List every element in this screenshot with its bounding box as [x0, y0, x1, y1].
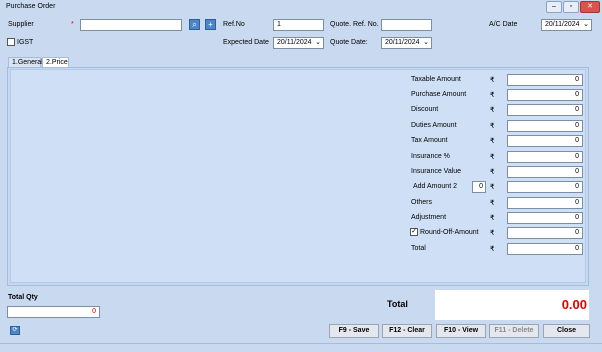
quote-date-picker[interactable]: 20/11/2024 ⌄	[381, 37, 432, 49]
rupee-icon: ₹	[490, 154, 495, 161]
add-amount-2-qty-input[interactable]: 0	[472, 181, 486, 193]
ac-date-value: 20/11/2024	[545, 21, 580, 28]
price-row-label: Taxable Amount	[411, 76, 461, 83]
discount-input[interactable]: 0	[507, 104, 583, 116]
price-row-label: Others	[411, 199, 433, 206]
maximize-icon[interactable]: ▫	[563, 1, 579, 13]
tab-general[interactable]: 1.General	[8, 57, 43, 67]
quote-date-value: 20/11/2024	[385, 39, 420, 46]
price-row-label: Tax Amount	[411, 137, 448, 144]
total-label: Total	[387, 299, 408, 309]
price-row-label: Total	[411, 245, 426, 252]
chevron-down-icon: ⌄	[423, 39, 429, 46]
rupee-icon: ₹	[490, 138, 495, 145]
purchase-amount-input[interactable]: 0	[507, 89, 583, 101]
total-qty-label: Total Qty	[8, 294, 38, 301]
rupee-icon: ₹	[490, 200, 495, 207]
expected-date-label: Expected Date	[223, 39, 269, 46]
price-row-label: Insurance %	[411, 153, 450, 160]
close-button[interactable]: Close	[543, 324, 590, 338]
delete-button[interactable]: F11 - Delete	[489, 324, 539, 338]
igst-checkbox[interactable]	[7, 38, 15, 46]
round-off-checkbox[interactable]: ✓	[410, 228, 418, 236]
price-total-input[interactable]: 0	[507, 243, 583, 255]
rupee-icon: ₹	[490, 169, 495, 176]
rupee-icon: ₹	[490, 107, 495, 114]
supplier-label: Supplier	[8, 21, 34, 28]
rupee-icon: ₹	[490, 184, 495, 191]
add-amount-2-input[interactable]: 0	[507, 181, 583, 193]
price-row-label: Purchase Amount	[411, 91, 467, 98]
window-title: Purchase Order	[6, 3, 56, 10]
price-panel-inner	[10, 69, 586, 283]
rupee-icon: ₹	[490, 246, 495, 253]
igst-label: IGST	[17, 39, 34, 46]
total-qty-input[interactable]: 0	[7, 306, 100, 318]
ac-date-label: A/C Date	[489, 21, 518, 28]
view-button[interactable]: F10 - View	[436, 324, 486, 338]
rupee-icon: ₹	[490, 77, 495, 84]
total-value: 0.00	[561, 297, 587, 312]
price-row-label: Adjustment	[411, 214, 447, 221]
close-icon[interactable]: ✕	[580, 1, 600, 13]
price-row-label: Add Amount 2	[413, 183, 457, 190]
taxable-amount-input[interactable]: 0	[507, 74, 583, 86]
save-button[interactable]: F9 - Save	[329, 324, 379, 338]
quote-ref-input[interactable]	[381, 19, 432, 31]
price-row-label: Insurance Value	[411, 168, 462, 175]
quote-ref-label: Quote. Ref. No.	[330, 21, 379, 28]
price-row-label: Round-Off-Amount	[420, 229, 479, 236]
clear-button[interactable]: F12 - Clear	[382, 324, 432, 338]
insurance-value-input[interactable]: 0	[507, 166, 583, 178]
tab-price[interactable]: 2.Price	[42, 57, 69, 67]
insurance-percent-input[interactable]: 0	[507, 151, 583, 163]
adjustment-input[interactable]: 0	[507, 212, 583, 224]
rupee-icon: ₹	[490, 230, 495, 237]
chevron-down-icon: ⌄	[583, 21, 589, 28]
quote-date-label: Quote Date:	[330, 39, 368, 46]
required-indicator: *	[71, 21, 74, 28]
rupee-icon: ₹	[490, 215, 495, 222]
round-off-amount-input[interactable]: 0	[507, 227, 583, 239]
chevron-down-icon: ⌄	[315, 39, 321, 46]
refno-label: Ref.No	[223, 21, 245, 28]
refno-input[interactable]: 1	[273, 19, 324, 31]
expected-date-value: 20/11/2024	[277, 39, 312, 46]
others-input[interactable]: 0	[507, 197, 583, 209]
tax-amount-input[interactable]: 0	[507, 135, 583, 147]
rupee-icon: ₹	[490, 92, 495, 99]
minimize-icon[interactable]: –	[546, 1, 562, 13]
refresh-icon[interactable]: ⟳	[10, 326, 20, 335]
expected-date-picker[interactable]: 20/11/2024 ⌄	[273, 37, 324, 49]
rupee-icon: ₹	[490, 123, 495, 130]
add-supplier-icon[interactable]: +	[205, 19, 216, 30]
ac-date-picker[interactable]: 20/11/2024 ⌄	[541, 19, 592, 31]
supplier-input[interactable]	[80, 19, 182, 31]
price-row-label: Duties Amount	[411, 122, 457, 129]
duties-amount-input[interactable]: 0	[507, 120, 583, 132]
supplier-search-icon[interactable]: ⌕	[189, 19, 200, 30]
price-row-label: Discount	[411, 106, 439, 113]
title-bar	[0, 0, 602, 14]
